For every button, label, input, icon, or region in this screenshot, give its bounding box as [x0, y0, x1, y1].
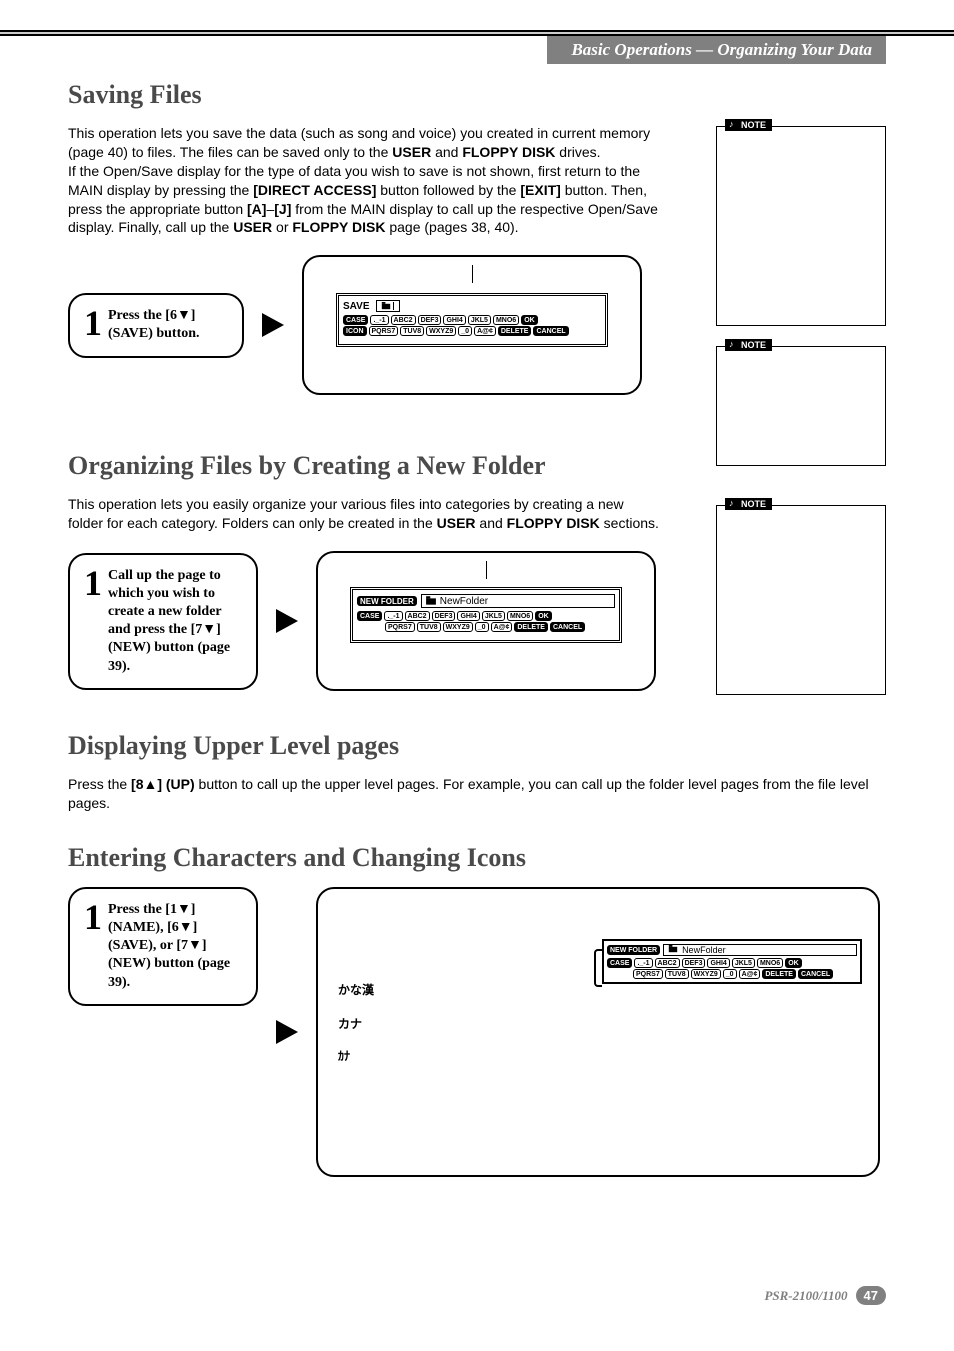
lcd-newfolder-name: NewFolder — [682, 945, 726, 955]
footer: PSR-2100/1100 47 — [764, 1286, 886, 1305]
arrow-icon — [276, 1020, 298, 1044]
lcd-newfolder-title: NEW FOLDER — [607, 945, 660, 955]
lcd-newfolder-title: NEW FOLDER — [357, 596, 417, 606]
lcd-btn-case: CASE — [357, 611, 382, 621]
organizing-paragraph: This operation lets you easily organize … — [68, 495, 662, 533]
lcd-btn: PQRS7 — [633, 969, 663, 979]
section-header-title: Basic Operations — Organizing Your Data — [547, 36, 886, 64]
lcd-frame-newfolder: NEW FOLDER NewFolder CASE ._-1 ABC2 DEF3… — [316, 551, 656, 691]
lcd-btn: GHI4 — [707, 958, 729, 968]
lcd-btn: MNO6 — [757, 958, 783, 968]
lcd-btn-ok: OK — [785, 958, 802, 968]
lcd-btn: JKL5 — [732, 958, 755, 968]
heading-organizing: Organizing Files by Creating a New Folde… — [68, 451, 886, 481]
lcd-btn: DEF3 — [432, 611, 456, 621]
lcd-btn-case: CASE — [607, 958, 632, 968]
step-number: 1 — [84, 309, 102, 338]
lcd-btn: A@¢ — [739, 969, 761, 979]
folder-icon — [669, 947, 677, 952]
lcd-btn-icon: ICON — [343, 326, 367, 336]
bracket-icon — [594, 949, 602, 987]
lcd-btn: ABC2 — [655, 958, 680, 968]
lcd-btn: A@¢ — [491, 622, 513, 632]
lcd-save-name-field — [376, 300, 400, 312]
lcd-btn: WXYZ9 — [443, 622, 473, 632]
lcd-btn: GHI4 — [457, 611, 479, 621]
lcd-btn-cancel: CANCEL — [533, 326, 568, 336]
lcd-btn: WXYZ9 — [691, 969, 721, 979]
lcd-btn: DEF3 — [418, 315, 442, 325]
jp-item-2: カナ — [338, 1015, 362, 1032]
lcd-btn-delete: DELETE — [514, 622, 548, 632]
lcd-btn: JKL5 — [482, 611, 505, 621]
heading-saving-files: Saving Files — [68, 80, 886, 110]
lcd-btn: TUV8 — [665, 969, 689, 979]
lcd-btn: _0 — [458, 326, 472, 336]
lcd-btn-case: CASE — [343, 315, 368, 325]
page-number: 47 — [856, 1286, 886, 1305]
lcd-btn: DEF3 — [682, 958, 706, 968]
lcd-frame-entering: かな漢 カナ ｶﾅ NEW FOLDER NewFolder CASE ._-1 — [316, 887, 880, 1177]
lcd-btn: _0 — [723, 969, 737, 979]
lcd-btn: ABC2 — [405, 611, 430, 621]
arrow-icon — [262, 313, 284, 337]
lcd-screen-save: SAVE CASE ._-1 ABC2 DEF3 GHI4 JKL5 MNO6 … — [336, 293, 608, 347]
lcd-btn-delete: DELETE — [498, 326, 532, 336]
file-icon — [381, 304, 389, 309]
lcd-btn: TUV8 — [417, 622, 441, 632]
lcd-btn: TUV8 — [400, 326, 424, 336]
step-number: 1 — [84, 903, 102, 932]
lcd-screen-newfolder: NEW FOLDER NewFolder CASE ._-1 ABC2 DEF3… — [350, 587, 622, 643]
lcd-newfolder-name: NewFolder — [440, 596, 488, 607]
heading-entering: Entering Characters and Changing Icons — [68, 843, 886, 873]
lcd-btn: A@¢ — [474, 326, 496, 336]
lcd-btn: ._-1 — [384, 611, 402, 621]
lcd-btn-cancel: CANCEL — [550, 622, 585, 632]
saving-files-paragraph: This operation lets you save the data (s… — [68, 124, 662, 237]
section-header: Basic Operations — Organizing Your Data — [82, 36, 886, 64]
lcd-btn: GHI4 — [443, 315, 465, 325]
lcd-inset-entering: NEW FOLDER NewFolder CASE ._-1 ABC2 DEF3… — [602, 939, 862, 984]
lcd-btn: ._-1 — [634, 958, 652, 968]
lcd-frame-save: SAVE CASE ._-1 ABC2 DEF3 GHI4 JKL5 MNO6 … — [302, 255, 642, 395]
lcd-btn: MNO6 — [493, 315, 519, 325]
lcd-btn: ABC2 — [391, 315, 416, 325]
step-text: Press the [6▼] (SAVE) button. — [108, 307, 228, 343]
lcd-btn-cancel: CANCEL — [798, 969, 833, 979]
arrow-icon — [276, 609, 298, 633]
lcd-btn: JKL5 — [468, 315, 491, 325]
lcd-save-title: SAVE — [343, 301, 370, 312]
pointer-tick — [472, 265, 473, 283]
step-text: Call up the page to which you wish to cr… — [108, 567, 242, 676]
lcd-btn: WXYZ9 — [426, 326, 456, 336]
lcd-btn: PQRS7 — [369, 326, 399, 336]
step-text: Press the [1▼] (NAME), [6▼] (SAVE), or [… — [108, 901, 242, 992]
pointer-tick — [486, 561, 487, 579]
lcd-btn-ok: OK — [535, 611, 552, 621]
step-bubble-save: 1 Press the [6▼] (SAVE) button. — [68, 293, 244, 357]
lcd-btn: ._-1 — [370, 315, 388, 325]
lcd-btn: MNO6 — [507, 611, 533, 621]
lcd-newfolder-name-field-small: NewFolder — [663, 944, 857, 956]
lcd-btn: _0 — [475, 622, 489, 632]
step-bubble-new-folder: 1 Call up the page to which you wish to … — [68, 553, 258, 690]
footer-model: PSR-2100/1100 — [764, 1288, 847, 1304]
step-bubble-entering: 1 Press the [1▼] (NAME), [6▼] (SAVE), or… — [68, 887, 258, 1006]
step-number: 1 — [84, 569, 102, 598]
displaying-paragraph: Press the [8▲] (UP) button to call up th… — [68, 775, 886, 813]
heading-displaying: Displaying Upper Level pages — [68, 731, 886, 761]
lcd-btn: PQRS7 — [385, 622, 415, 632]
jp-item-3: ｶﾅ — [338, 1047, 350, 1064]
lcd-btn-delete: DELETE — [762, 969, 796, 979]
lcd-btn-ok: OK — [521, 315, 538, 325]
lcd-newfolder-name-field: NewFolder — [421, 594, 615, 608]
folder-icon — [426, 598, 436, 604]
cursor-icon — [393, 302, 394, 310]
jp-item-1: かな漢 — [338, 981, 374, 998]
